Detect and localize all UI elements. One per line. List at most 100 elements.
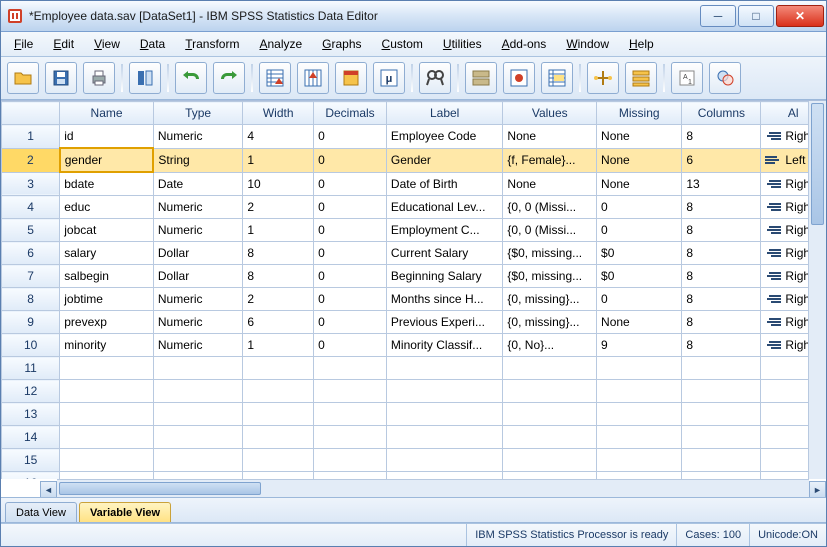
hscroll-right-arrow[interactable]: ►	[809, 481, 826, 497]
cell-columns[interactable]: 8	[682, 196, 761, 219]
table-row[interactable]: 7salbeginDollar80Beginning Salary{$0, mi…	[2, 265, 826, 288]
cell-columns[interactable]: 8	[682, 311, 761, 334]
cell-values[interactable]: {0, 0 (Missi...	[503, 196, 597, 219]
cell-name[interactable]: minority	[60, 334, 154, 357]
print-button[interactable]	[83, 62, 115, 94]
cell-columns[interactable]: 6	[682, 148, 761, 172]
row-header[interactable]: 6	[2, 242, 60, 265]
cell-missing[interactable]: 0	[597, 196, 682, 219]
row-header[interactable]: 13	[2, 403, 60, 426]
menu-data[interactable]: Data	[131, 33, 174, 55]
cell-values[interactable]: {0, missing}...	[503, 288, 597, 311]
col-label[interactable]: Label	[386, 102, 503, 125]
maximize-button[interactable]: □	[738, 5, 774, 27]
variables-button[interactable]	[335, 62, 367, 94]
cell-type[interactable]: Numeric	[153, 288, 242, 311]
minimize-button[interactable]: ─	[700, 5, 736, 27]
select-cases-button[interactable]	[541, 62, 573, 94]
cell-width[interactable]: 8	[243, 265, 314, 288]
table-row-empty[interactable]: 11	[2, 357, 826, 380]
find-button[interactable]	[419, 62, 451, 94]
cell-columns[interactable]: 13	[682, 172, 761, 196]
table-row[interactable]: 4educNumeric20Educational Lev...{0, 0 (M…	[2, 196, 826, 219]
table-row-empty[interactable]: 15	[2, 449, 826, 472]
cell-label[interactable]: Previous Experi...	[386, 311, 503, 334]
cell-decimals[interactable]: 0	[314, 219, 387, 242]
menu-edit[interactable]: Edit	[44, 33, 83, 55]
cell-missing[interactable]: 0	[597, 288, 682, 311]
row-header[interactable]: 4	[2, 196, 60, 219]
cell-label[interactable]: Educational Lev...	[386, 196, 503, 219]
spell-check-button[interactable]	[709, 62, 741, 94]
cell-name[interactable]: prevexp	[60, 311, 154, 334]
cell-columns[interactable]: 8	[682, 242, 761, 265]
menu-utilities[interactable]: Utilities	[434, 33, 491, 55]
menu-custom[interactable]: Custom	[373, 33, 432, 55]
cell-name[interactable]: id	[60, 125, 154, 149]
row-header[interactable]: 12	[2, 380, 60, 403]
cell-type[interactable]: Date	[153, 172, 242, 196]
menu-view[interactable]: View	[85, 33, 129, 55]
table-row-empty[interactable]: 13	[2, 403, 826, 426]
tab-variable-view[interactable]: Variable View	[79, 502, 171, 522]
cell-width[interactable]: 2	[243, 288, 314, 311]
cell-values[interactable]: None	[503, 172, 597, 196]
row-header[interactable]: 5	[2, 219, 60, 242]
table-row[interactable]: 8jobtimeNumeric20Months since H...{0, mi…	[2, 288, 826, 311]
recall-dialog-button[interactable]	[129, 62, 161, 94]
row-header[interactable]: 16	[2, 472, 60, 480]
cell-label[interactable]: Employee Code	[386, 125, 503, 149]
table-row[interactable]: 1idNumeric40Employee CodeNoneNone8Righ	[2, 125, 826, 149]
cell-name[interactable]: gender	[60, 148, 154, 172]
show-all-button[interactable]: A1	[671, 62, 703, 94]
cell-name[interactable]: salbegin	[60, 265, 154, 288]
col-type[interactable]: Type	[153, 102, 242, 125]
cell-width[interactable]: 1	[243, 219, 314, 242]
cell-decimals[interactable]: 0	[314, 242, 387, 265]
row-header[interactable]: 1	[2, 125, 60, 149]
cell-values[interactable]: {0, missing}...	[503, 311, 597, 334]
cell-width[interactable]: 8	[243, 242, 314, 265]
menu-add-ons[interactable]: Add-ons	[493, 33, 556, 55]
cell-missing[interactable]: None	[597, 148, 682, 172]
row-header[interactable]: 14	[2, 426, 60, 449]
cell-decimals[interactable]: 0	[314, 265, 387, 288]
cell-type[interactable]: Dollar	[153, 242, 242, 265]
use-sets-button[interactable]	[625, 62, 657, 94]
cell-decimals[interactable]: 0	[314, 148, 387, 172]
row-header[interactable]: 2	[2, 148, 60, 172]
cell-missing[interactable]: $0	[597, 265, 682, 288]
cell-values[interactable]: {$0, missing...	[503, 265, 597, 288]
cell-values[interactable]: {0, 0 (Missi...	[503, 219, 597, 242]
cell-decimals[interactable]: 0	[314, 172, 387, 196]
run-descriptives-button[interactable]: μ	[373, 62, 405, 94]
cell-missing[interactable]: None	[597, 311, 682, 334]
open-button[interactable]	[7, 62, 39, 94]
cell-missing[interactable]: 0	[597, 219, 682, 242]
cell-label[interactable]: Date of Birth	[386, 172, 503, 196]
value-labels-button[interactable]	[587, 62, 619, 94]
cell-label[interactable]: Beginning Salary	[386, 265, 503, 288]
table-row[interactable]: 3bdateDate100Date of BirthNoneNone13Righ	[2, 172, 826, 196]
cell-columns[interactable]: 8	[682, 334, 761, 357]
menu-window[interactable]: Window	[557, 33, 618, 55]
cell-missing[interactable]: 9	[597, 334, 682, 357]
cell-type[interactable]: String	[153, 148, 242, 172]
table-row[interactable]: 9prevexpNumeric60Previous Experi...{0, m…	[2, 311, 826, 334]
vscroll-thumb[interactable]	[811, 103, 824, 225]
table-row-empty[interactable]: 14	[2, 426, 826, 449]
hscroll-left-arrow[interactable]: ◄	[40, 481, 57, 497]
cell-values[interactable]: {$0, missing...	[503, 242, 597, 265]
col-width[interactable]: Width	[243, 102, 314, 125]
save-button[interactable]	[45, 62, 77, 94]
col-values[interactable]: Values	[503, 102, 597, 125]
tab-data-view[interactable]: Data View	[5, 502, 77, 522]
table-row[interactable]: 2genderString10Gender{f, Female}...None6…	[2, 148, 826, 172]
cell-label[interactable]: Months since H...	[386, 288, 503, 311]
cell-type[interactable]: Dollar	[153, 265, 242, 288]
cell-missing[interactable]: $0	[597, 242, 682, 265]
col-missing[interactable]: Missing	[597, 102, 682, 125]
menu-file[interactable]: File	[5, 33, 42, 55]
cell-values[interactable]: None	[503, 125, 597, 149]
menu-transform[interactable]: Transform	[176, 33, 248, 55]
